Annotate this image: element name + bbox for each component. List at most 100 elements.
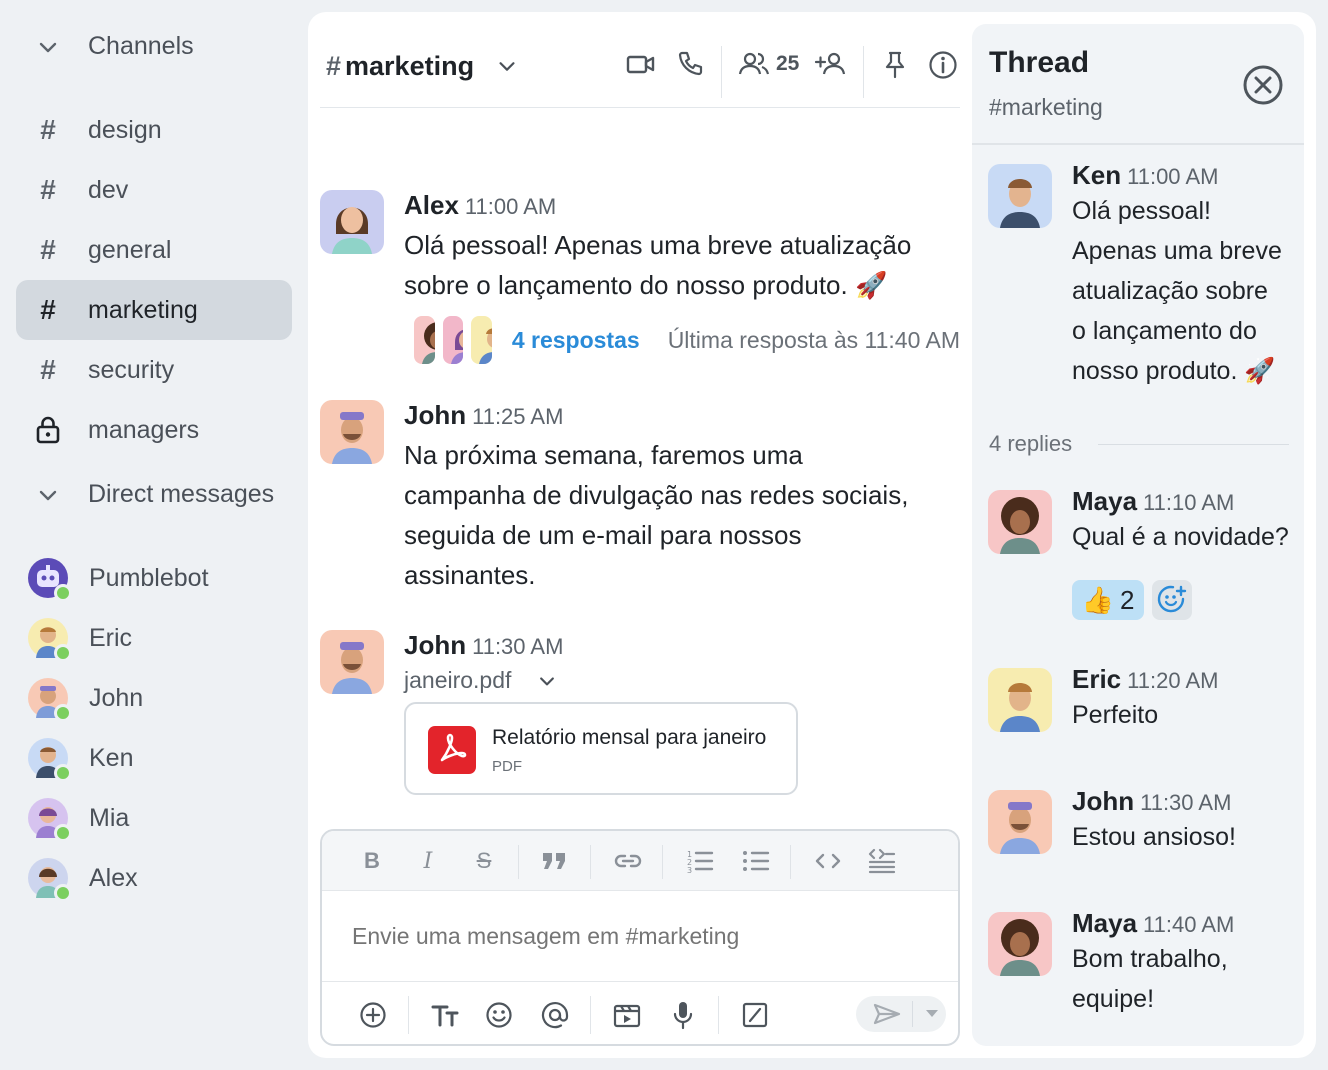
message-text: Na próxima semana, faremos uma campanha …: [404, 435, 964, 595]
sidebar-item-design[interactable]: # design: [16, 100, 292, 160]
dm-item-alex[interactable]: Alex: [28, 856, 138, 902]
info-icon[interactable]: [928, 50, 958, 80]
message-author[interactable]: Eric: [1072, 664, 1121, 694]
channels-section-toggle[interactable]: Channels: [36, 32, 194, 61]
members-button[interactable]: 25: [738, 50, 799, 78]
replies-divider: 4 replies: [989, 431, 1289, 457]
message-author[interactable]: John: [404, 400, 466, 430]
online-indicator: [54, 704, 72, 722]
avatar[interactable]: [988, 790, 1052, 854]
reaction-pill[interactable]: 👍 2: [1072, 580, 1144, 620]
pin-icon[interactable]: [882, 50, 908, 80]
message-body: Ken 11:00 AM Olá pessoal! Apenas uma brev…: [1072, 160, 1298, 391]
chat-header: # marketing 25: [320, 36, 960, 98]
last-reply-time: Última resposta às 11:40 AM: [667, 326, 960, 353]
dm-label: John: [89, 683, 144, 712]
message-text: Olá pessoal! Apenas uma breve atualizaçã…: [404, 225, 964, 305]
composer-actions: [322, 981, 958, 1044]
thumbs-up-icon: 👍: [1081, 584, 1114, 615]
file-name-toggle[interactable]: janeiro.pdf: [404, 667, 964, 694]
message-author[interactable]: Maya: [1072, 908, 1137, 938]
code-block-icon[interactable]: [868, 847, 896, 875]
message-line: seguida de um e-mail para nossos: [404, 520, 802, 550]
add-reaction-button[interactable]: [1152, 580, 1192, 620]
dm-item-ken[interactable]: Ken: [28, 736, 134, 782]
ordered-list-icon[interactable]: 123: [686, 847, 714, 875]
message-text: Bom trabalho, equipe!: [1072, 939, 1298, 1019]
thread-channel[interactable]: #marketing: [989, 94, 1103, 121]
send-icon: [873, 1003, 901, 1025]
message-author[interactable]: John: [1072, 786, 1134, 816]
send-button[interactable]: [856, 996, 946, 1032]
toolbar-divider: [590, 845, 591, 879]
sidebar-item-general[interactable]: # general: [16, 220, 292, 280]
avatar[interactable]: [320, 630, 384, 694]
text-format-icon[interactable]: [430, 1000, 460, 1030]
slash-command-icon[interactable]: [740, 1000, 770, 1030]
phone-icon[interactable]: [676, 50, 704, 78]
message-meta: John 11:30 AM: [1072, 786, 1298, 817]
message-composer: B I S 123: [320, 829, 960, 1046]
message-author[interactable]: Alex: [404, 190, 459, 220]
sidebar-item-marketing[interactable]: # marketing: [16, 280, 292, 340]
thread-panel: Thread #marketing Ken 11:00 AM Olá pessoa…: [972, 24, 1304, 1046]
bold-icon[interactable]: B: [358, 847, 386, 875]
code-icon[interactable]: [814, 847, 842, 875]
caret-down-icon[interactable]: [925, 1009, 939, 1019]
sidebar-item-label: design: [88, 115, 162, 144]
mention-icon[interactable]: [540, 1000, 570, 1030]
reaction-count: 2: [1119, 584, 1135, 615]
message-line: campanha de divulgação nas redes sociais…: [404, 480, 909, 510]
link-icon[interactable]: [614, 847, 642, 875]
dm-item-john[interactable]: John: [28, 676, 144, 722]
dm-item-mia[interactable]: Mia: [28, 796, 129, 842]
video-call-icon[interactable]: [626, 50, 656, 78]
thread-replies-row[interactable]: 4 respostas Última resposta às 11:40 AM: [414, 316, 960, 364]
quote-icon[interactable]: [540, 847, 568, 875]
strikethrough-icon[interactable]: S: [470, 847, 498, 875]
thread-title: Thread: [989, 46, 1090, 79]
message-time: 11:20 AM: [1127, 668, 1219, 693]
dm-item-eric[interactable]: Eric: [28, 616, 132, 662]
emoji-icon[interactable]: [484, 1000, 514, 1030]
avatar[interactable]: [988, 912, 1052, 976]
video-clip-icon[interactable]: [612, 1000, 642, 1030]
avatar[interactable]: [320, 190, 384, 254]
avatar[interactable]: [988, 490, 1052, 554]
toolbar-divider: [518, 845, 519, 879]
italic-icon[interactable]: I: [414, 847, 442, 875]
add-icon[interactable]: [358, 1000, 388, 1030]
message-line: equipe!: [1072, 985, 1155, 1013]
reply-count-link[interactable]: 4 respostas: [512, 327, 640, 354]
bullet-list-icon[interactable]: [742, 847, 770, 875]
dm-item-pumblebot[interactable]: Pumblebot: [28, 556, 209, 602]
hash-icon: #: [40, 294, 56, 325]
avatar[interactable]: [988, 164, 1052, 228]
add-member-icon[interactable]: [814, 50, 848, 78]
file-attachment[interactable]: Relatório mensal para janeiro PDF: [404, 702, 798, 795]
message-time: 11:30 AM: [1140, 790, 1232, 815]
message-author[interactable]: John: [404, 630, 466, 660]
toolbar-divider: [590, 996, 591, 1034]
message-line: Estou ansioso!: [1072, 823, 1236, 851]
sidebar-item-dev[interactable]: # dev: [16, 160, 292, 220]
message-input[interactable]: [352, 923, 932, 950]
message-line: Bom trabalho,: [1072, 945, 1228, 973]
avatar: [28, 858, 72, 902]
message-author[interactable]: Maya: [1072, 486, 1137, 516]
file-title: Relatório mensal para janeiro: [492, 726, 767, 749]
dm-section-toggle[interactable]: Direct messages: [36, 480, 274, 509]
sidebar-item-managers[interactable]: managers: [16, 400, 292, 460]
avatar[interactable]: [320, 400, 384, 464]
dm-label: Ken: [89, 743, 134, 772]
message-author[interactable]: Ken: [1072, 160, 1121, 190]
avatar: [414, 316, 435, 364]
thread-reply: Eric 11:20 AM Perfeito: [988, 664, 1298, 768]
sidebar-item-security[interactable]: # security: [16, 340, 292, 400]
message-line: Qual é a novidade?: [1072, 523, 1289, 551]
microphone-icon[interactable]: [668, 1000, 698, 1030]
channel-title[interactable]: # marketing: [326, 51, 518, 82]
avatar[interactable]: [988, 668, 1052, 732]
message-text: Qual é a novidade?: [1072, 517, 1298, 557]
close-icon[interactable]: [1242, 64, 1284, 106]
